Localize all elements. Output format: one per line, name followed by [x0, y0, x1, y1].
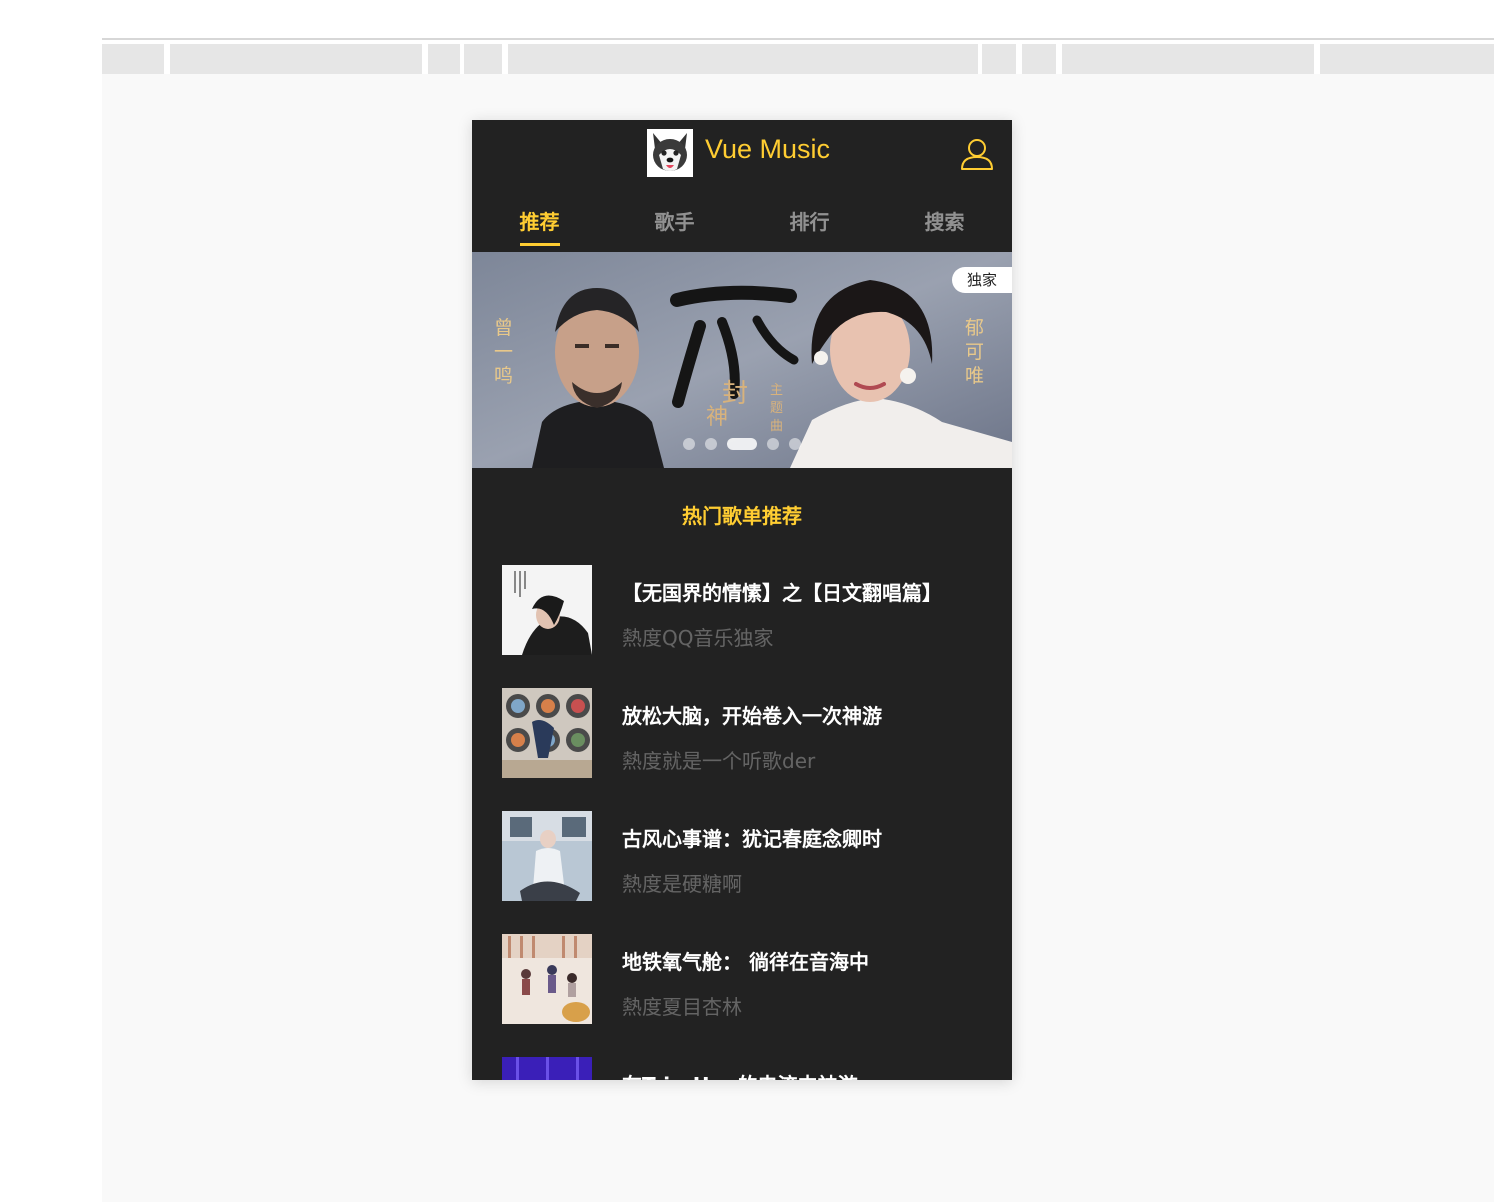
exclusive-badge: 独家 — [952, 267, 1012, 293]
list-item[interactable]: 在Trip-Hop的电流中神游 — [472, 1057, 1012, 1080]
playlist-desc: 熱度夏目杏林 — [622, 995, 742, 1019]
tab-rank[interactable]: 排行 — [742, 186, 877, 252]
toolbar-segment[interactable] — [428, 44, 460, 74]
list-item[interactable]: 古风心事谱：犹记春庭念卿时 熱度是硬糖啊 — [472, 811, 1012, 934]
playlist-cover — [502, 565, 592, 655]
playlist-title: 【无国界的情愫】之【日文翻唱篇】 — [622, 581, 942, 605]
slider-dot[interactable] — [683, 438, 695, 450]
toolbar-segment[interactable] — [170, 44, 422, 74]
toolbar-segment[interactable] — [508, 44, 978, 74]
playlist-cover — [502, 934, 592, 1024]
list-item[interactable]: 地铁氧气舱： 徜徉在音海中 熱度夏目杏林 — [472, 934, 1012, 1057]
toolbar-segment[interactable] — [1320, 44, 1494, 74]
playlist-title: 地铁氧气舱： 徜徉在音海中 — [622, 950, 869, 974]
slider-dot[interactable] — [789, 438, 801, 450]
list-item[interactable]: 放松大脑，开始卷入一次神游 熱度就是一个听歌der — [472, 688, 1012, 811]
list-item[interactable]: 【无国界的情愫】之【日文翻唱篇】 熱度QQ音乐独家 — [472, 565, 1012, 688]
playlist-cover — [502, 688, 592, 778]
slider-dot[interactable] — [767, 438, 779, 450]
user-icon[interactable] — [959, 136, 995, 172]
toolbar-segment[interactable] — [1062, 44, 1314, 74]
app-header: Vue Music — [472, 120, 1012, 186]
toolbar-segment[interactable] — [982, 44, 1016, 74]
playlist-title: 放松大脑，开始卷入一次神游 — [622, 704, 882, 728]
app-title: Vue Music — [705, 134, 831, 164]
playlist-list: 【无国界的情愫】之【日文翻唱篇】 熱度QQ音乐独家 放松大脑，开始卷入一次神游 … — [472, 565, 1012, 1080]
playlist-cover — [502, 1057, 592, 1080]
husky-dog-logo-icon — [647, 129, 693, 177]
slider-dot-active[interactable] — [727, 438, 757, 450]
playlist-title: 古风心事谱：犹记春庭念卿时 — [622, 827, 882, 851]
svg-text:神: 神 — [706, 405, 728, 430]
devtools-toolbar — [102, 40, 1494, 74]
tab-label: 搜索 — [924, 210, 965, 234]
svg-text:曾一鸣: 曾一鸣 — [494, 317, 513, 387]
playlist-title: 在Trip-Hop的电流中神游 — [622, 1069, 858, 1080]
tab-label: 推荐 — [519, 206, 560, 246]
mobile-app: Vue Music 推荐 歌手 排行 搜索 曾一鸣 郁可唯 封 神 主题曲 独家… — [472, 120, 1012, 1080]
playlist-desc: 熱度QQ音乐独家 — [622, 626, 774, 650]
section-title: 热门歌单推荐 — [682, 504, 802, 528]
banner-image: 曾一鸣 郁可唯 封 神 主题曲 — [472, 252, 1012, 468]
tab-bar: 推荐 歌手 排行 搜索 — [472, 186, 1012, 252]
playlist-desc: 熱度是硬糖啊 — [622, 872, 742, 896]
browser-viewport: Vue Music 推荐 歌手 排行 搜索 曾一鸣 郁可唯 封 神 主题曲 独家… — [102, 38, 1494, 1202]
tab-recommend[interactable]: 推荐 — [472, 186, 607, 252]
playlist-cover — [502, 811, 592, 901]
svg-text:主题曲: 主题曲 — [770, 383, 783, 434]
toolbar-segment[interactable] — [1022, 44, 1056, 74]
playlist-desc: 熱度就是一个听歌der — [622, 749, 816, 773]
banner-slider[interactable]: 曾一鸣 郁可唯 封 神 主题曲 独家 — [472, 252, 1012, 468]
tab-label: 排行 — [789, 210, 830, 234]
tab-search[interactable]: 搜索 — [877, 186, 1012, 252]
slider-dot[interactable] — [705, 438, 717, 450]
slider-dots — [472, 438, 1012, 450]
tab-label: 歌手 — [654, 210, 695, 234]
toolbar-segment[interactable] — [464, 44, 502, 74]
toolbar-segment[interactable] — [102, 44, 164, 74]
tab-singer[interactable]: 歌手 — [607, 186, 742, 252]
svg-text:郁可唯: 郁可唯 — [965, 317, 984, 387]
